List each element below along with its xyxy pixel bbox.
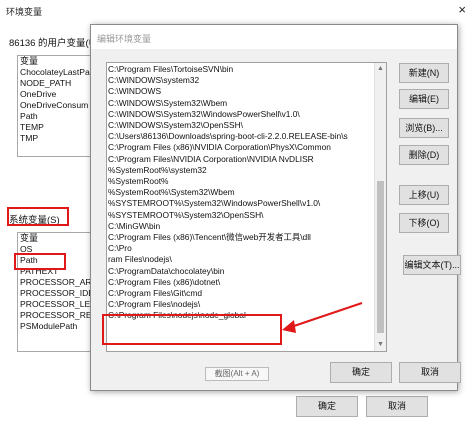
list-item[interactable]: TMP [18, 133, 98, 144]
system-vars-heading-highlight [7, 207, 69, 226]
list-item[interactable]: OneDriveConsum [18, 100, 98, 111]
path-entry[interactable]: C:\WINDOWS [108, 86, 161, 97]
path-entry[interactable]: C:\MinGW\bin [108, 221, 160, 232]
path-entry[interactable]: C:\WINDOWS\System32\WindowsPowerShell\v1… [108, 109, 300, 120]
path-entry[interactable]: C:\Pro [108, 243, 132, 254]
screenshot-tooltip: 截图(Alt + A) [205, 367, 269, 381]
path-entry[interactable]: C:\WINDOWS\System32\Wbem [108, 98, 227, 109]
path-entry[interactable]: C:\WINDOWS\system32 [108, 75, 199, 86]
close-icon[interactable]: × [458, 2, 466, 17]
path-entry[interactable]: %SYSTEMROOT%\System32\WindowsPowerShell\… [108, 198, 320, 209]
list-item[interactable]: Path [18, 111, 98, 122]
path-entry[interactable]: C:\Program Files (x86)\NVIDIA Corporatio… [108, 142, 331, 153]
browse-button[interactable]: 浏览(B)... [399, 118, 449, 138]
path-entry[interactable]: ram Files\nodejs\ [108, 254, 172, 265]
path-entry[interactable]: C:\Program Files (x86)\Tencent\微信web开发者工… [108, 232, 311, 243]
dialog-title-bar: 编辑环境变量 [91, 25, 457, 49]
env-cancel-button[interactable]: 取消 [366, 396, 428, 417]
user-vars-heading: 86136 的用户变量(U [9, 38, 96, 49]
window-title-bar: 环境变量 × [0, 0, 474, 22]
window-title: 环境变量 [6, 7, 43, 17]
system-vars-column-header[interactable]: 变量 [18, 233, 98, 244]
list-item[interactable]: OneDrive [18, 89, 98, 100]
dialog-ok-button[interactable]: 确定 [330, 362, 392, 383]
path-entry[interactable]: %SystemRoot%\System32\Wbem [108, 187, 235, 198]
dialog-cancel-button[interactable]: 取消 [399, 362, 461, 383]
list-item[interactable]: PROCESSOR_ARC [18, 277, 98, 288]
list-item[interactable]: PROCESSOR_IDEN [18, 288, 98, 299]
path-entry[interactable]: %SystemRoot% [108, 176, 169, 187]
path-entry[interactable]: C:\ProgramData\chocolatey\bin [108, 266, 224, 277]
edit-button[interactable]: 编辑(E) [399, 89, 449, 109]
edit-text-button[interactable]: 编辑文本(T)... [403, 255, 461, 275]
scroll-up-icon[interactable]: ▲ [377, 65, 384, 72]
move-up-button[interactable]: 上移(U) [399, 185, 449, 205]
list-item[interactable]: PROCESSOR_LEVI [18, 299, 98, 310]
dialog-title: 编辑环境变量 [97, 34, 152, 44]
scroll-down-icon[interactable]: ▼ [377, 341, 384, 348]
path-entry[interactable]: C:\WINDOWS\System32\OpenSSH\ [108, 120, 243, 131]
env-ok-button[interactable]: 确定 [296, 396, 358, 417]
new-entries-highlight [102, 314, 282, 345]
path-entry[interactable]: C:\Program Files\TortoiseSVN\bin [108, 64, 233, 75]
path-list-scrollbar[interactable]: ▲ ▼ [374, 63, 386, 351]
path-entry[interactable]: C:\Program Files\Git\cmd [108, 288, 202, 299]
list-item[interactable]: TEMP [18, 122, 98, 133]
list-item[interactable]: PSModulePath [18, 321, 98, 332]
path-entry[interactable]: C:\Users\86136\Downloads\spring-boot-cli… [108, 131, 348, 142]
new-button[interactable]: 新建(N) [399, 63, 449, 83]
path-entry[interactable]: C:\Program Files\nodejs\ [108, 299, 200, 310]
path-entry[interactable]: %SystemRoot%\system32 [108, 165, 207, 176]
list-item[interactable]: NODE_PATH [18, 78, 98, 89]
path-entry[interactable]: %SYSTEMROOT%\System32\OpenSSH\ [108, 210, 263, 221]
system-vars-list[interactable]: 变量 OS Path PATHEXT PROCESSOR_ARC PROCESS… [17, 232, 99, 352]
path-entry[interactable]: C:\Program Files (x86)\dotnet\ [108, 277, 220, 288]
path-entries-list[interactable]: C:\Program Files\TortoiseSVN\bin C:\WINDO… [106, 62, 387, 352]
list-item[interactable]: ChocolateyLastPat [18, 67, 98, 78]
user-vars-column-header[interactable]: 变量 [18, 56, 98, 67]
move-down-button[interactable]: 下移(O) [399, 213, 449, 233]
user-vars-list[interactable]: 变量 ChocolateyLastPat NODE_PATH OneDrive … [17, 55, 99, 157]
list-item[interactable]: PROCESSOR_REV [18, 310, 98, 321]
path-entry[interactable]: C:\Program Files\NVIDIA Corporation\NVID… [108, 154, 314, 165]
scroll-thumb[interactable] [377, 181, 384, 333]
path-variable-highlight [14, 253, 66, 270]
delete-button[interactable]: 删除(D) [399, 145, 449, 165]
